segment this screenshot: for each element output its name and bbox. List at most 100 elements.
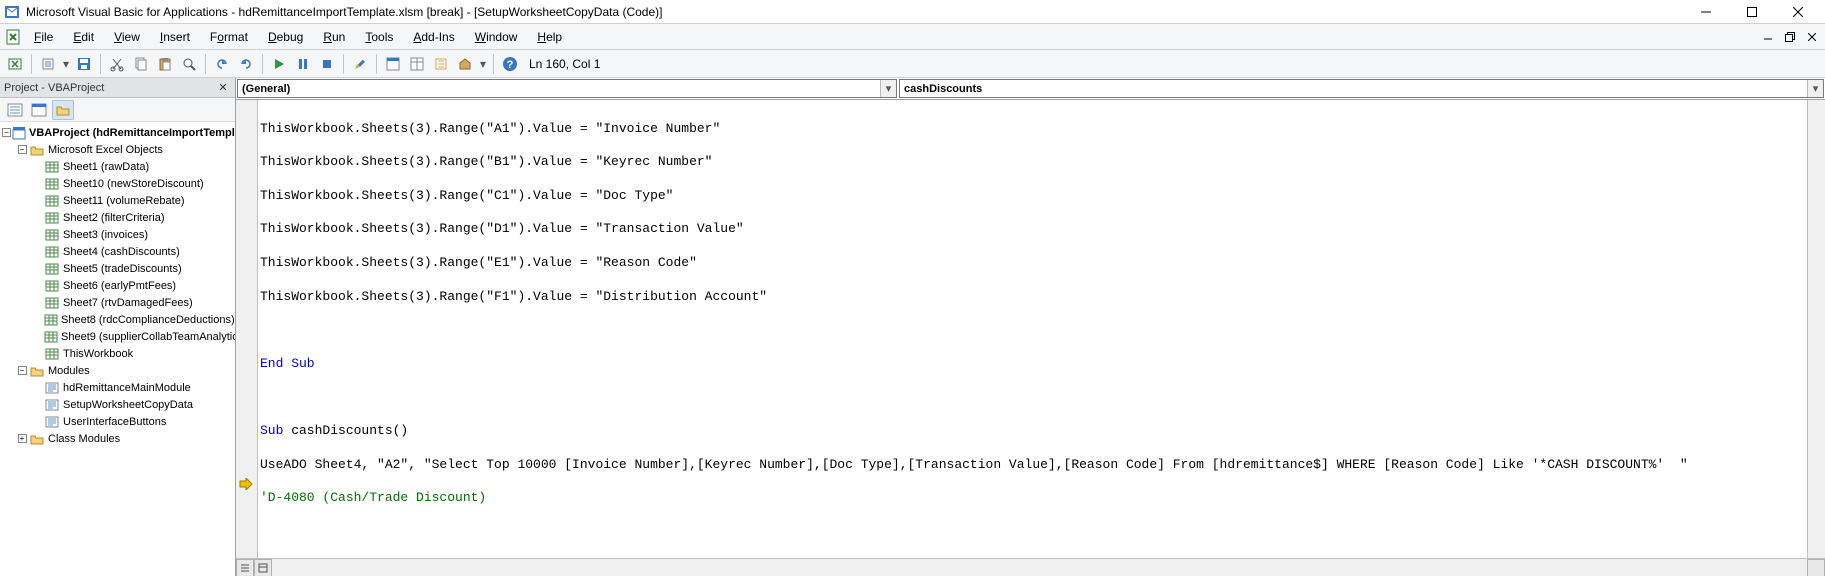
project-panel-close-button[interactable]: ✕ xyxy=(215,80,231,96)
redo-button[interactable] xyxy=(235,53,257,75)
code-line xyxy=(258,389,1807,406)
paste-button[interactable] xyxy=(154,53,176,75)
insert-module-button[interactable] xyxy=(37,53,59,75)
mdi-restore-button[interactable] xyxy=(1779,24,1801,49)
code-line xyxy=(258,524,1807,541)
worksheet-icon xyxy=(44,245,60,259)
full-module-view-button[interactable] xyxy=(254,559,272,576)
project-panel-header: Project - VBAProject ✕ xyxy=(0,78,235,98)
worksheet-icon xyxy=(44,177,60,191)
copy-button[interactable] xyxy=(130,53,152,75)
tree-project-root[interactable]: − VBAProject (hdRemittanceImportTemplate… xyxy=(0,124,235,141)
module-icon xyxy=(44,381,60,395)
code-editor[interactable]: ThisWorkbook.Sheets(3).Range("A1").Value… xyxy=(258,100,1807,558)
tree-folder-excel-objects[interactable]: − Microsoft Excel Objects xyxy=(0,141,235,158)
scrollbar-corner xyxy=(1807,559,1825,576)
close-button[interactable] xyxy=(1775,0,1821,24)
view-code-button[interactable] xyxy=(4,100,26,120)
run-button[interactable] xyxy=(268,53,290,75)
collapse-icon[interactable]: − xyxy=(16,144,28,156)
module-icon xyxy=(44,415,60,429)
worksheet-icon xyxy=(44,296,60,310)
object-browser-button[interactable] xyxy=(430,53,452,75)
view-excel-button[interactable] xyxy=(4,53,26,75)
tree-module-item[interactable]: SetupWorksheetCopyData xyxy=(0,396,235,413)
collapse-icon[interactable]: − xyxy=(2,127,11,139)
title-bar: Microsoft Visual Basic for Applications … xyxy=(0,0,1825,24)
tree-sheet-item[interactable]: Sheet1 (rawData) xyxy=(0,158,235,175)
design-mode-button[interactable] xyxy=(349,53,371,75)
reset-button[interactable] xyxy=(316,53,338,75)
worksheet-icon xyxy=(44,228,60,242)
tree-sheet-item[interactable]: ThisWorkbook xyxy=(0,345,235,362)
toolbox-dropdown-icon[interactable]: ▾ xyxy=(478,57,488,71)
code-line: ThisWorkbook.Sheets(3).Range("F1").Value… xyxy=(258,289,1807,306)
code-window: (General) ▾ cashDiscounts ▾ ThisWorkbook… xyxy=(236,78,1825,576)
menu-help[interactable]: Help xyxy=(527,24,572,49)
excel-doc-icon[interactable] xyxy=(2,24,24,49)
project-explorer-panel: Project - VBAProject ✕ − VBAProject (hdR… xyxy=(0,78,236,576)
code-line: ThisWorkbook.Sheets(3).Range("B1").Value… xyxy=(258,154,1807,171)
chevron-down-icon: ▾ xyxy=(880,80,896,97)
tree-sheet-item[interactable]: Sheet4 (cashDiscounts) xyxy=(0,243,235,260)
insert-dropdown-icon[interactable]: ▾ xyxy=(61,57,71,71)
chevron-down-icon: ▾ xyxy=(1807,80,1823,97)
menu-tools[interactable]: Tools xyxy=(355,24,403,49)
tree-sheet-item[interactable]: Sheet5 (tradeDiscounts) xyxy=(0,260,235,277)
object-dropdown[interactable]: (General) ▾ xyxy=(237,79,897,98)
tree-sheet-item[interactable]: Sheet2 (filterCriteria) xyxy=(0,209,235,226)
properties-button[interactable] xyxy=(406,53,428,75)
code-line: ThisWorkbook.Sheets(3).Range("C1").Value… xyxy=(258,188,1807,205)
procedure-view-button[interactable] xyxy=(236,559,254,576)
project-tree[interactable]: − VBAProject (hdRemittanceImportTemplate… xyxy=(0,122,235,576)
project-explorer-button[interactable] xyxy=(382,53,404,75)
help-button[interactable]: ? xyxy=(499,53,521,75)
view-object-button[interactable] xyxy=(28,100,50,120)
tree-sheet-item[interactable]: Sheet6 (earlyPmtFees) xyxy=(0,277,235,294)
window-title: Microsoft Visual Basic for Applications … xyxy=(26,5,1683,19)
tree-sheet-item[interactable]: Sheet8 (rdcComplianceDeductions) xyxy=(0,311,235,328)
find-button[interactable] xyxy=(178,53,200,75)
tree-sheet-item[interactable]: Sheet9 (supplierCollabTeamAnalytics) xyxy=(0,328,235,345)
toolbox-button[interactable] xyxy=(454,53,476,75)
worksheet-icon xyxy=(44,279,60,293)
cut-button[interactable] xyxy=(106,53,128,75)
tree-sheet-item[interactable]: Sheet7 (rtvDamagedFees) xyxy=(0,294,235,311)
tree-sheet-item[interactable]: Sheet10 (newStoreDiscount) xyxy=(0,175,235,192)
tree-folder-class-modules[interactable]: + Class Modules xyxy=(0,430,235,447)
minimize-button[interactable] xyxy=(1683,0,1729,24)
menu-run[interactable]: Run xyxy=(313,24,355,49)
menu-view[interactable]: View xyxy=(104,24,150,49)
procedure-dropdown[interactable]: cashDiscounts ▾ xyxy=(899,79,1824,98)
tree-folder-modules[interactable]: − Modules xyxy=(0,362,235,379)
code-gutter[interactable] xyxy=(236,100,258,558)
tree-sheet-item[interactable]: Sheet3 (invoices) xyxy=(0,226,235,243)
menu-addins[interactable]: Add-Ins xyxy=(403,24,464,49)
tree-sheet-item[interactable]: Sheet11 (volumeRebate) xyxy=(0,192,235,209)
standard-toolbar: ▾ ▾ ? Ln 160, Col 1 xyxy=(0,50,1825,78)
folder-icon xyxy=(29,432,45,446)
tree-module-item[interactable]: hdRemittanceMainModule xyxy=(0,379,235,396)
menu-edit[interactable]: Edit xyxy=(63,24,104,49)
collapse-icon[interactable]: − xyxy=(16,365,28,377)
menu-format[interactable]: Format xyxy=(200,24,258,49)
undo-button[interactable] xyxy=(211,53,233,75)
menu-file[interactable]: File xyxy=(24,24,63,49)
menu-debug[interactable]: Debug xyxy=(258,24,313,49)
menu-insert[interactable]: Insert xyxy=(150,24,200,49)
mdi-minimize-button[interactable] xyxy=(1757,24,1779,49)
tree-module-item[interactable]: UserInterfaceButtons xyxy=(0,413,235,430)
mdi-close-button[interactable] xyxy=(1801,24,1823,49)
vertical-scrollbar[interactable] xyxy=(1807,100,1825,558)
maximize-button[interactable] xyxy=(1729,0,1775,24)
menu-window[interactable]: Window xyxy=(465,24,528,49)
horizontal-scrollbar[interactable] xyxy=(272,559,1807,576)
cursor-position: Ln 160, Col 1 xyxy=(529,57,600,71)
toggle-folders-button[interactable] xyxy=(52,100,74,120)
break-button[interactable] xyxy=(292,53,314,75)
worksheet-icon xyxy=(44,313,58,327)
menu-bar: File Edit View Insert Format Debug Run T… xyxy=(0,24,1825,50)
project-icon xyxy=(12,126,26,140)
expand-icon[interactable]: + xyxy=(16,433,28,445)
save-button[interactable] xyxy=(73,53,95,75)
